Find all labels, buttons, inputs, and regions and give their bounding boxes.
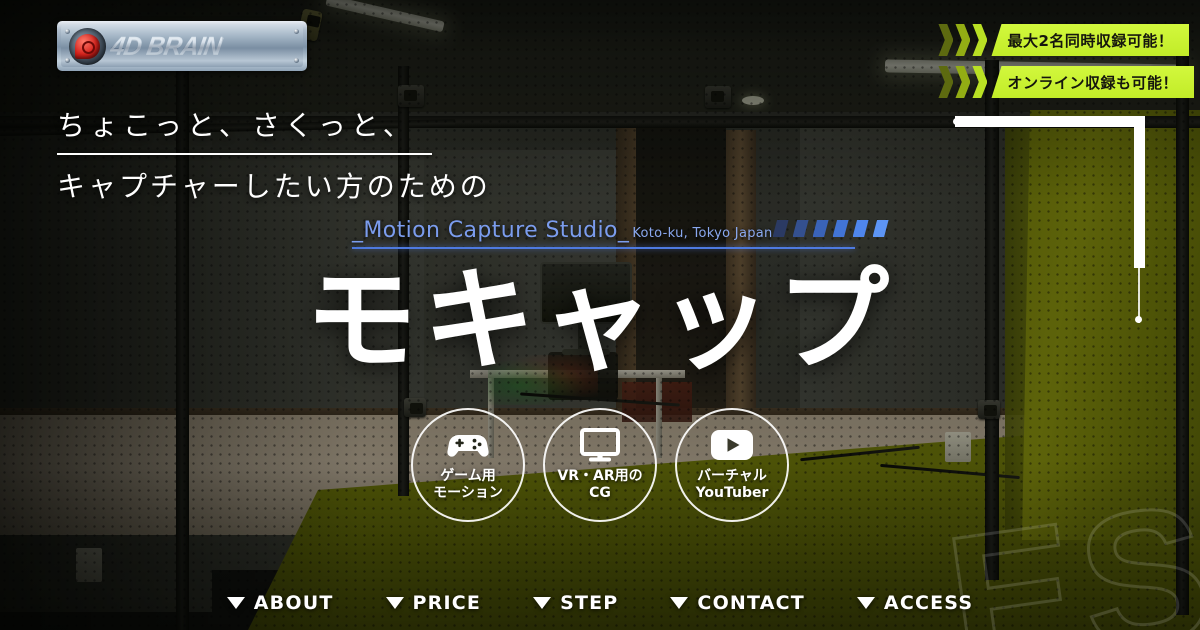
chevron-right-icon (938, 24, 954, 56)
tagline-divider (57, 153, 432, 155)
snail-emblem-icon (69, 27, 106, 65)
badge-pill: 最大2名同時収録可能！ (991, 24, 1190, 56)
tagline-line-2: キャプチャーしたい方のための (57, 170, 491, 203)
badge-list: 最大2名同時収録可能！ オンライン収録も可能！ (938, 24, 1194, 98)
feature-label: バーチャル YouTuber (695, 467, 769, 501)
feature-circle-vr-ar-cg[interactable]: VR・AR用の CG (543, 408, 657, 522)
stripe (832, 220, 849, 237)
page-title: モキャップ (305, 256, 895, 386)
chevron-right-icon (955, 24, 971, 56)
site-logo[interactable]: 4D BRAIN (57, 21, 307, 71)
chevron-right-icon (955, 66, 971, 98)
triangle-down-icon (670, 597, 689, 609)
nav-label: STEP (560, 592, 619, 614)
logo-wordmark: 4D BRAIN (108, 31, 224, 60)
nav-item-price[interactable]: PRICE (385, 592, 482, 614)
feature-circle-game-motion[interactable]: ゲーム用 モーション (411, 408, 525, 522)
tagline-line-1: ちょこっと、さくっと、 (57, 109, 416, 142)
subtitle-underline (352, 247, 855, 249)
triangle-down-icon (385, 597, 404, 609)
nav-label: ABOUT (253, 592, 334, 614)
nav-label: PRICE (412, 592, 482, 614)
logo-screw (65, 29, 70, 34)
youtube-icon (711, 426, 753, 464)
nav-item-step[interactable]: STEP (533, 592, 618, 614)
nav-item-contact[interactable]: CONTACT (670, 592, 805, 614)
feature-circle-list: ゲーム用 モーション VR・AR用の CG バーチャル YouTuber (0, 408, 1200, 522)
stripe (792, 220, 809, 237)
anchor-nav: ABOUT PRICE STEP CONTACT ACCESS (0, 592, 1200, 614)
badge-label: オンライン収録も可能！ (1007, 73, 1178, 92)
tagline: ちょこっと、さくっと、 キャプチャーしたい方のための (57, 104, 491, 205)
triangle-down-icon (533, 597, 552, 609)
nav-label: ACCESS (883, 592, 974, 614)
chevron-right-icon (972, 24, 988, 56)
chevron-right-icon (938, 66, 954, 98)
badge-item: 最大2名同時収録可能！ (938, 24, 1194, 56)
nav-item-about[interactable]: ABOUT (226, 592, 334, 614)
subtitle-main: _Motion Capture Studio_ (352, 218, 630, 243)
badge-pill: オンライン収録も可能！ (991, 66, 1194, 98)
gamepad-icon (447, 426, 489, 464)
feature-circle-virtual-youtuber[interactable]: バーチャル YouTuber (675, 408, 789, 522)
badge-item: オンライン収録も可能！ (938, 66, 1194, 98)
triangle-down-icon (226, 597, 245, 609)
logo-screw (65, 58, 70, 63)
logo-screw (294, 58, 299, 63)
feature-label: ゲーム用 モーション (433, 467, 503, 501)
feature-label: VR・AR用の CG (557, 467, 643, 501)
triangle-down-icon (856, 597, 875, 609)
monitor-icon (580, 426, 620, 464)
chevron-right-icon (972, 66, 988, 98)
studio-subtitle: _Motion Capture Studio_ Koto-ku, Tokyo J… (352, 218, 889, 249)
subtitle-location: Koto-ku, Tokyo Japan (632, 226, 773, 241)
stripe (852, 220, 869, 237)
logo-screw (294, 29, 299, 34)
stripe (772, 220, 789, 237)
nav-item-access[interactable]: ACCESS (856, 592, 974, 614)
badge-label: 最大2名同時収録可能！ (1007, 31, 1174, 50)
stripe (812, 220, 829, 237)
hero-banner: ES 4D BRAIN 最大2名同時収録可能！ (0, 0, 1200, 630)
stripe (872, 220, 889, 237)
stripe-decoration (772, 220, 889, 240)
nav-label: CONTACT (697, 592, 805, 614)
